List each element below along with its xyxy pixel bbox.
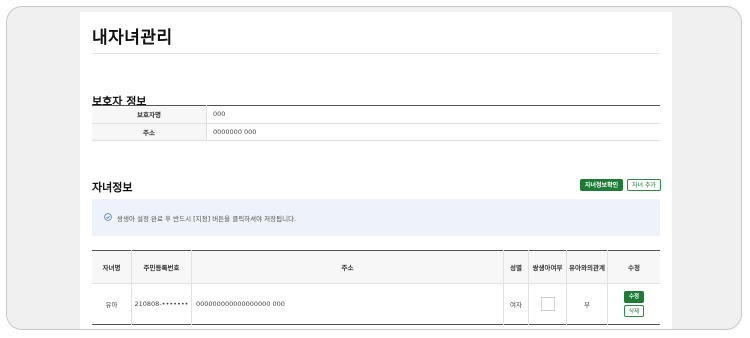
table-row: 유아 210808-••••••• 000000000000000000 000… bbox=[92, 283, 661, 325]
col-relation: 유아와의관계 bbox=[566, 250, 608, 284]
children-table: 자녀명 주민등록번호 주소 성별 쌍생아여부 유아와의관계 수정 유아 2108… bbox=[92, 250, 660, 325]
edit-cell: 수정 삭제 bbox=[608, 284, 661, 325]
edit-button[interactable]: 수정 bbox=[624, 291, 644, 303]
col-rrn: 주민등록번호 bbox=[131, 250, 192, 284]
col-twin: 쌍생아여부 bbox=[528, 250, 567, 284]
confirm-children-button[interactable]: 자녀정보확인 bbox=[580, 179, 624, 191]
page-title: 내자녀관리 bbox=[92, 28, 173, 48]
col-address: 주소 bbox=[191, 250, 504, 284]
content-panel: 내자녀관리 보호자 정보 보호자명 000 주소 0000000 000 자녀정… bbox=[80, 12, 672, 329]
child-name: 유아 bbox=[92, 283, 132, 325]
child-rrn: 210808-••••••• bbox=[131, 283, 192, 325]
guardian-table: 보호자명 000 주소 0000000 000 bbox=[92, 105, 660, 141]
table-header-row: 자녀명 주민등록번호 주소 성별 쌍생아여부 유아와의관계 수정 bbox=[92, 250, 660, 284]
children-section-title: 자녀정보 bbox=[92, 181, 133, 194]
check-circle-icon bbox=[104, 213, 112, 221]
guardian-address-value: 0000000 000 bbox=[206, 123, 660, 141]
notice-text: 쌍생아 설정 완료 후 반드시 [지정] 버튼을 클릭하셔야 저장됩니다. bbox=[117, 215, 297, 223]
guardian-name-label: 보호자명 bbox=[92, 105, 207, 124]
col-name: 자녀명 bbox=[92, 250, 132, 284]
table-row: 보호자명 000 bbox=[92, 105, 660, 124]
guardian-address-label: 주소 bbox=[92, 123, 207, 141]
notice-box: 쌍생아 설정 완료 후 반드시 [지정] 버튼을 클릭하셔야 저장됩니다. bbox=[92, 199, 660, 236]
col-gender: 성별 bbox=[503, 250, 529, 284]
table-row: 주소 0000000 000 bbox=[92, 123, 660, 141]
child-gender: 여자 bbox=[503, 283, 529, 325]
child-relation: 부 bbox=[566, 283, 608, 325]
child-address: 000000000000000000 000 bbox=[191, 283, 504, 325]
col-edit: 수정 bbox=[607, 250, 660, 284]
title-divider bbox=[92, 53, 660, 54]
twin-checkbox[interactable] bbox=[540, 297, 555, 311]
twin-cell bbox=[528, 283, 567, 325]
guardian-name-value: 000 bbox=[206, 105, 660, 124]
delete-button[interactable]: 삭제 bbox=[624, 305, 644, 317]
window-frame: 내자녀관리 보호자 정보 보호자명 000 주소 0000000 000 자녀정… bbox=[6, 6, 742, 330]
add-child-button[interactable]: 자녀 추가 bbox=[627, 179, 661, 191]
